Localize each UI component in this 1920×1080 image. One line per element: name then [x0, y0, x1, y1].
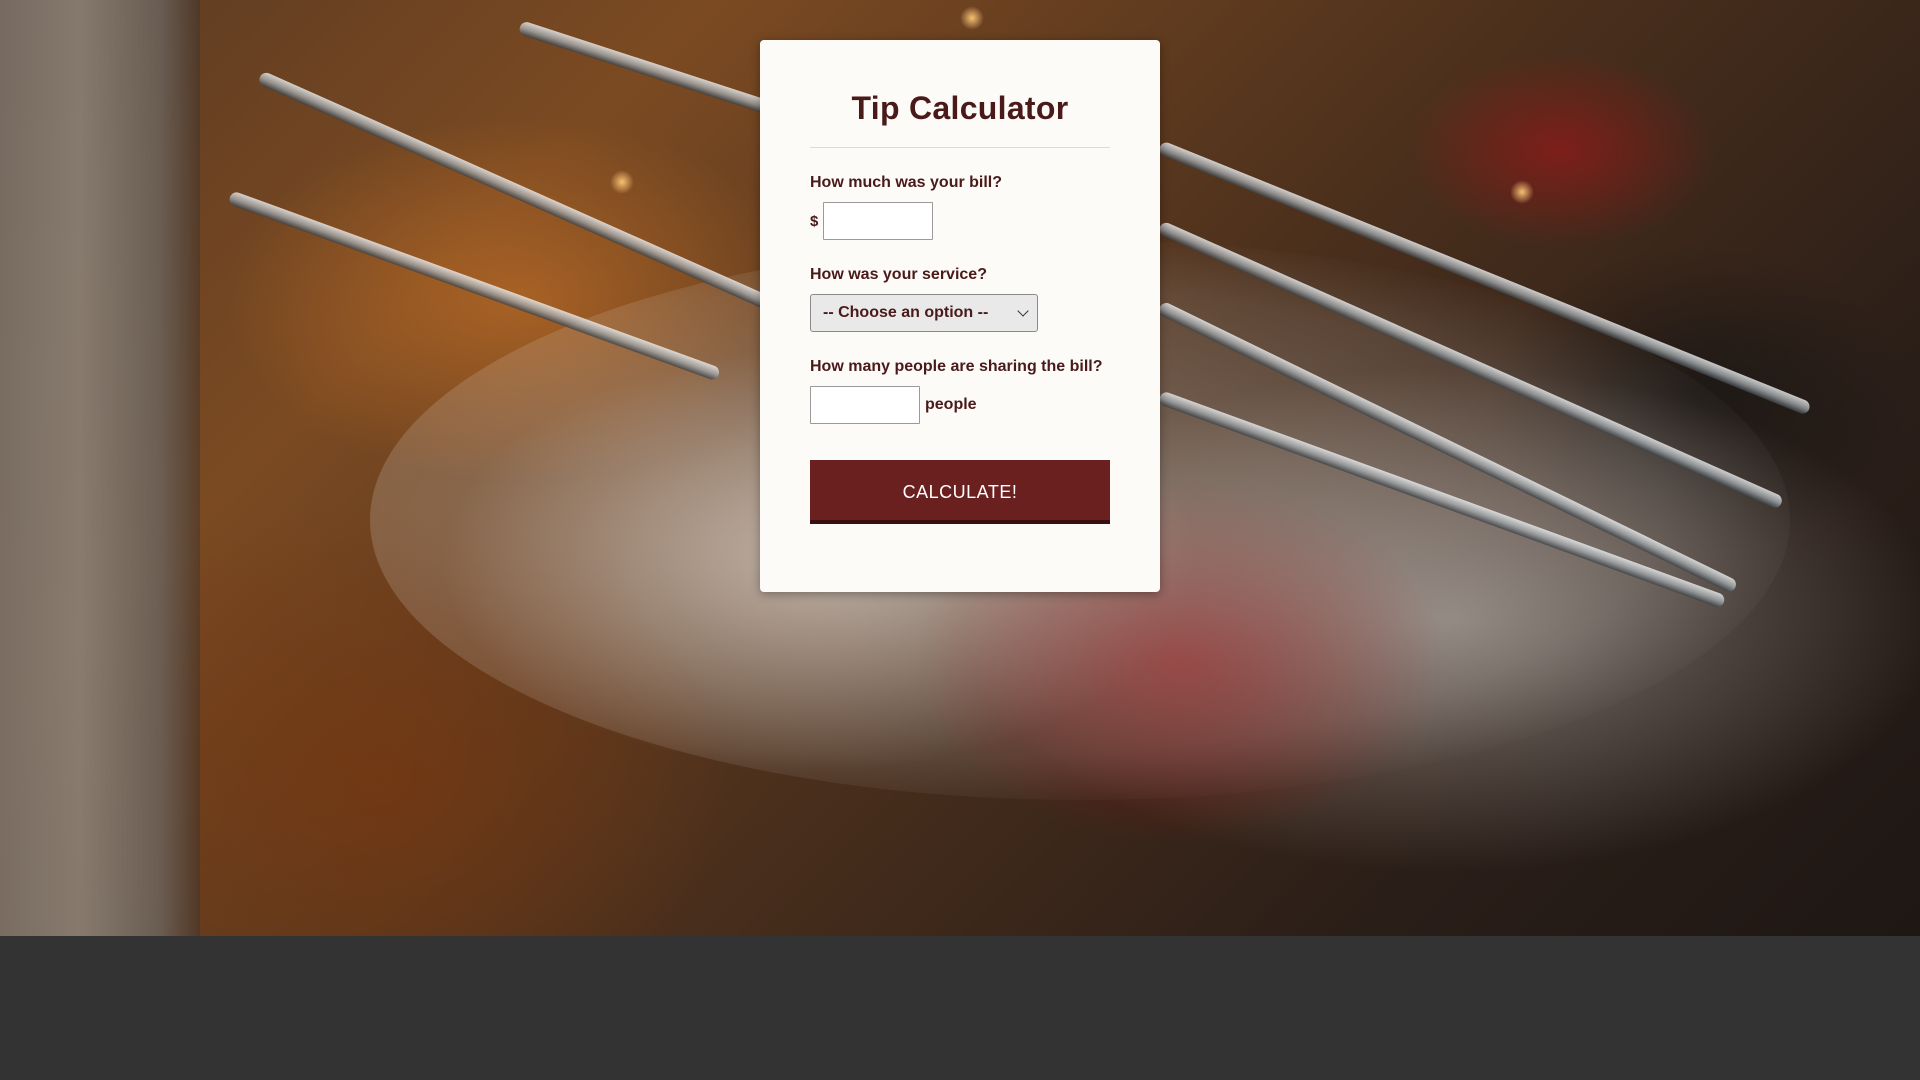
- calculate-button[interactable]: CALCULATE!: [810, 460, 1110, 524]
- page-title: Tip Calculator: [851, 90, 1069, 126]
- bill-field: How much was your bill? $: [810, 174, 1110, 240]
- bill-row: $: [810, 202, 1110, 240]
- title-divider: [810, 147, 1110, 148]
- currency-symbol: $: [810, 212, 819, 230]
- light-glow-decoration: [1510, 180, 1534, 204]
- bill-label: How much was your bill?: [810, 174, 1003, 191]
- light-glow-decoration: [610, 170, 634, 194]
- people-field: How many people are sharing the bill? pe…: [810, 358, 1110, 424]
- people-label: How many people are sharing the bill?: [810, 358, 1103, 375]
- service-select-value: -- Choose an option --: [823, 304, 989, 321]
- light-glow-decoration: [960, 6, 984, 30]
- people-unit-label: people: [925, 396, 977, 413]
- tip-calculator-card: Tip Calculator How much was your bill? $…: [760, 40, 1160, 592]
- tablecloth-decoration: [0, 0, 200, 936]
- cutlery-decoration: [257, 70, 775, 312]
- service-field: How was your service? -- Choose an optio…: [810, 266, 1110, 332]
- people-row: people: [810, 386, 1110, 424]
- bill-amount-input[interactable]: [823, 202, 934, 240]
- chevron-down-icon: [1017, 305, 1029, 317]
- people-count-input[interactable]: [810, 386, 920, 424]
- cutlery-decoration: [227, 190, 722, 382]
- service-label: How was your service?: [810, 266, 987, 283]
- service-select[interactable]: -- Choose an option --: [810, 294, 1038, 332]
